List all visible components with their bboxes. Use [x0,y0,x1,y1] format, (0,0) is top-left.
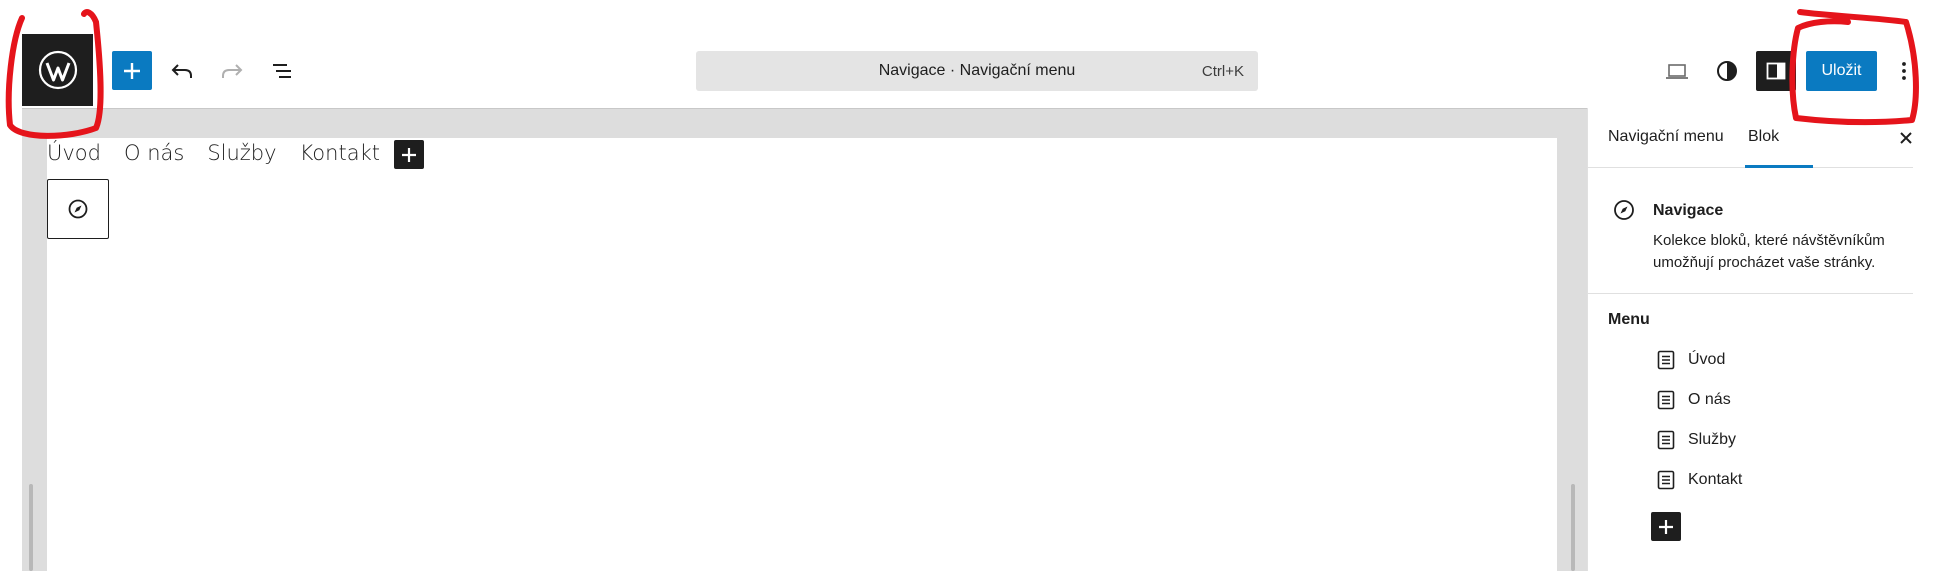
block-inserter-button[interactable] [112,51,152,90]
canvas-resize-handle-left[interactable] [29,484,33,571]
navigation-block-placeholder[interactable] [47,179,109,239]
compass-icon [1614,200,1634,220]
plus-icon [1659,519,1673,534]
redo-icon [222,64,243,78]
save-button[interactable]: Uložit [1806,51,1877,91]
close-sidebar-button[interactable] [1896,128,1916,148]
options-menu-button[interactable] [1890,54,1918,88]
menu-item-sluzby[interactable]: Služby [1654,428,1736,452]
contrast-icon [1717,61,1737,81]
undo-button[interactable] [165,54,199,88]
settings-sidebar-toggle[interactable] [1756,51,1796,91]
device-preview-button[interactable] [1660,54,1694,88]
menu-item-label: Služby [1688,431,1737,448]
laptop-icon [1666,64,1688,79]
navigation-block[interactable]: Úvod O nás Služby Kontakt [47,141,403,165]
tab-block[interactable]: Blok [1748,128,1779,146]
page-icon [1657,470,1675,490]
wordpress-icon [38,50,77,90]
nav-link-uvod[interactable]: Úvod [47,141,101,165]
menu-item-label: Úvod [1688,351,1726,368]
nav-link-kontakt[interactable]: Kontakt [300,141,380,165]
document-title: Navigace · Navigační menu [878,62,1076,79]
styles-button[interactable] [1710,54,1744,88]
shortcut-hint: Ctrl+K [1201,63,1244,80]
sidebar-icon [1766,62,1786,80]
sidebar-tabs: Navigační menu Blok [1588,108,1913,168]
add-nav-link-button[interactable] [394,140,424,169]
block-description: Kolekce bloků, které návštěvníkům umožňu… [1653,232,1885,271]
editor-header: Navigace · Navigační menu Ctrl+K Uložit [0,0,1935,108]
more-vertical-icon [1902,62,1906,80]
canvas-resize-handle-right[interactable] [1571,484,1575,571]
list-view-button[interactable] [265,54,299,88]
canvas-page[interactable] [47,138,1557,571]
undo-icon [171,64,192,78]
nav-link-sluzby[interactable]: Služby [207,141,276,165]
block-title: Navigace [1653,202,1724,219]
list-view-icon [273,64,291,78]
menu-heading: Menu [1608,311,1650,328]
tab-navigation-menu[interactable]: Navigační menu [1608,128,1724,146]
menu-item-uvod[interactable]: Úvod [1654,348,1725,372]
command-palette-bar[interactable]: Navigace · Navigační menu Ctrl+K [696,51,1258,91]
page-icon [1657,350,1675,370]
menu-item-label: Kontakt [1688,471,1743,488]
block-card: Navigace Kolekce bloků, které návštěvník… [1588,168,1913,294]
plus-icon [124,62,140,79]
plus-icon [402,147,416,162]
menu-item-label: O nás [1688,391,1731,408]
close-icon [1900,132,1912,144]
wordpress-logo-button[interactable] [22,34,93,106]
settings-sidebar: Navigační menu Blok Navigace Kolekce blo… [1587,108,1935,571]
menu-item-kontakt[interactable]: Kontakt [1654,468,1742,492]
menu-item-o-nas[interactable]: O nás [1654,388,1731,412]
compass-icon [68,199,88,219]
nav-link-o-nas[interactable]: O nás [124,141,184,165]
redo-button[interactable] [215,54,249,88]
add-menu-item-button[interactable] [1651,512,1681,541]
page-icon [1657,430,1675,450]
page-icon [1657,390,1675,410]
